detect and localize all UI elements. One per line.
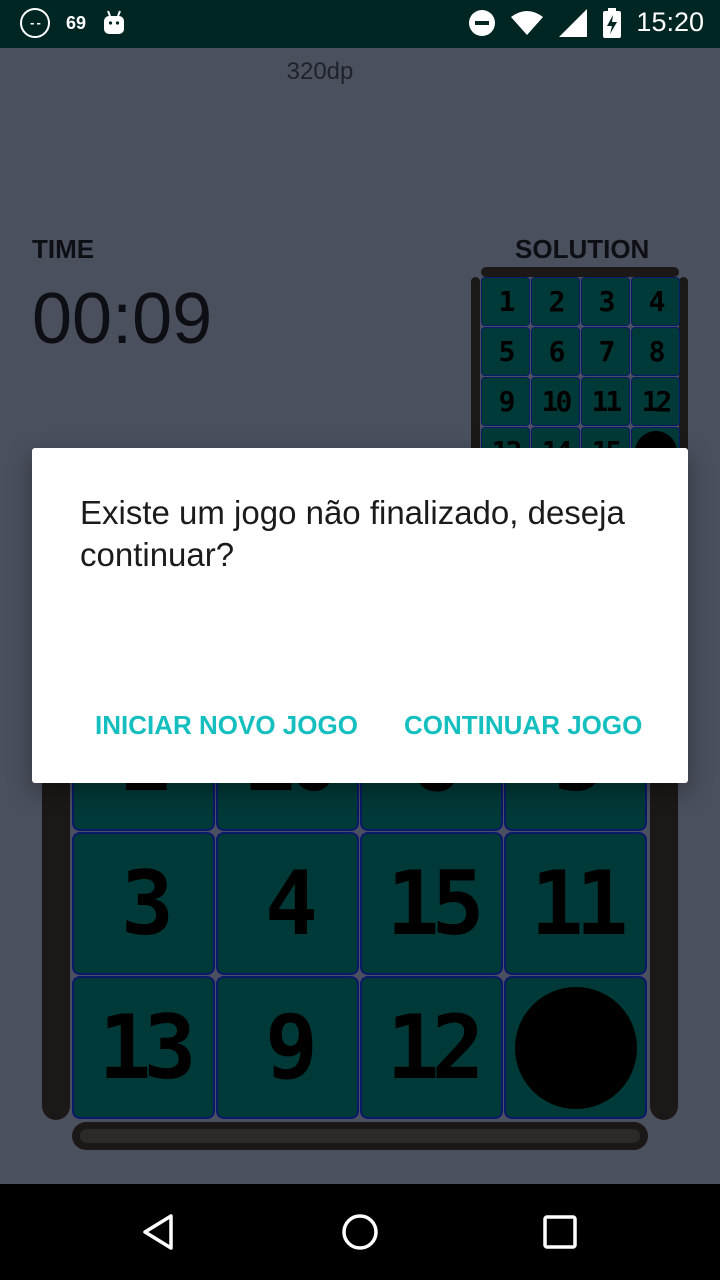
solution-tile: 1 [481,277,530,326]
solution-tile: 4 [631,277,680,326]
solution-frame-right [679,277,688,477]
navigation-bar [0,1184,720,1280]
empty-slot-marker [514,986,637,1109]
back-icon [143,1214,173,1250]
notification-count: 69 [66,12,87,33]
solution-tile: 7 [581,327,630,376]
solution-board: 123456789101112131415 [481,277,680,476]
puzzle-tile[interactable]: 11 [504,832,647,975]
recents-icon [543,1215,577,1249]
solution-tile: 2 [531,277,580,326]
back-button[interactable] [136,1208,184,1256]
recents-button[interactable] [536,1208,584,1256]
new-game-button[interactable]: INICIAR NOVO JOGO [95,710,358,741]
puzzle-tile[interactable]: 15 [360,832,503,975]
cell-signal-icon [559,8,588,37]
empty-tile[interactable] [504,976,647,1119]
puzzle-tile[interactable]: 3 [72,832,215,975]
board-frame-bottom [72,1122,648,1150]
status-bar: - - 69 15:20 [0,0,720,48]
board-frame-right [650,760,678,1120]
debug-indicator-icon: - - [20,8,50,38]
solution-tile: 6 [531,327,580,376]
resume-game-dialog: Existe um jogo não finalizado, deseja co… [32,448,688,783]
solution-tile: 3 [581,277,630,326]
solution-tile: 12 [631,377,680,426]
solution-tile: 8 [631,327,680,376]
android-debug-icon [104,10,125,34]
puzzle-tile[interactable]: 13 [72,976,215,1119]
wifi-icon [511,10,544,35]
solution-tile: 9 [481,377,530,426]
home-button[interactable] [336,1208,384,1256]
clock: 15:20 [636,7,704,37]
puzzle-tile[interactable]: 12 [360,976,503,1119]
continue-game-button[interactable]: CONTINUAR JOGO [404,710,642,741]
battery-charging-icon [603,7,622,38]
time-label: TIME [32,234,95,264]
solution-tile: 10 [531,377,580,426]
puzzle-tile[interactable]: 9 [216,976,359,1119]
solution-tile: 11 [581,377,630,426]
solution-label: SOLUTION [515,234,650,264]
home-icon [342,1214,378,1250]
board-frame-left [42,760,70,1120]
screen-size-label: 320dp [286,58,354,85]
solution-frame-top [481,267,679,277]
do-not-disturb-icon [469,9,496,36]
elapsed-time: 00:09 [32,279,213,359]
solution-tile: 5 [481,327,530,376]
puzzle-tile[interactable]: 4 [216,832,359,975]
solution-frame-left [471,277,480,477]
dialog-message: Existe um jogo não finalizado, deseja co… [80,494,625,573]
